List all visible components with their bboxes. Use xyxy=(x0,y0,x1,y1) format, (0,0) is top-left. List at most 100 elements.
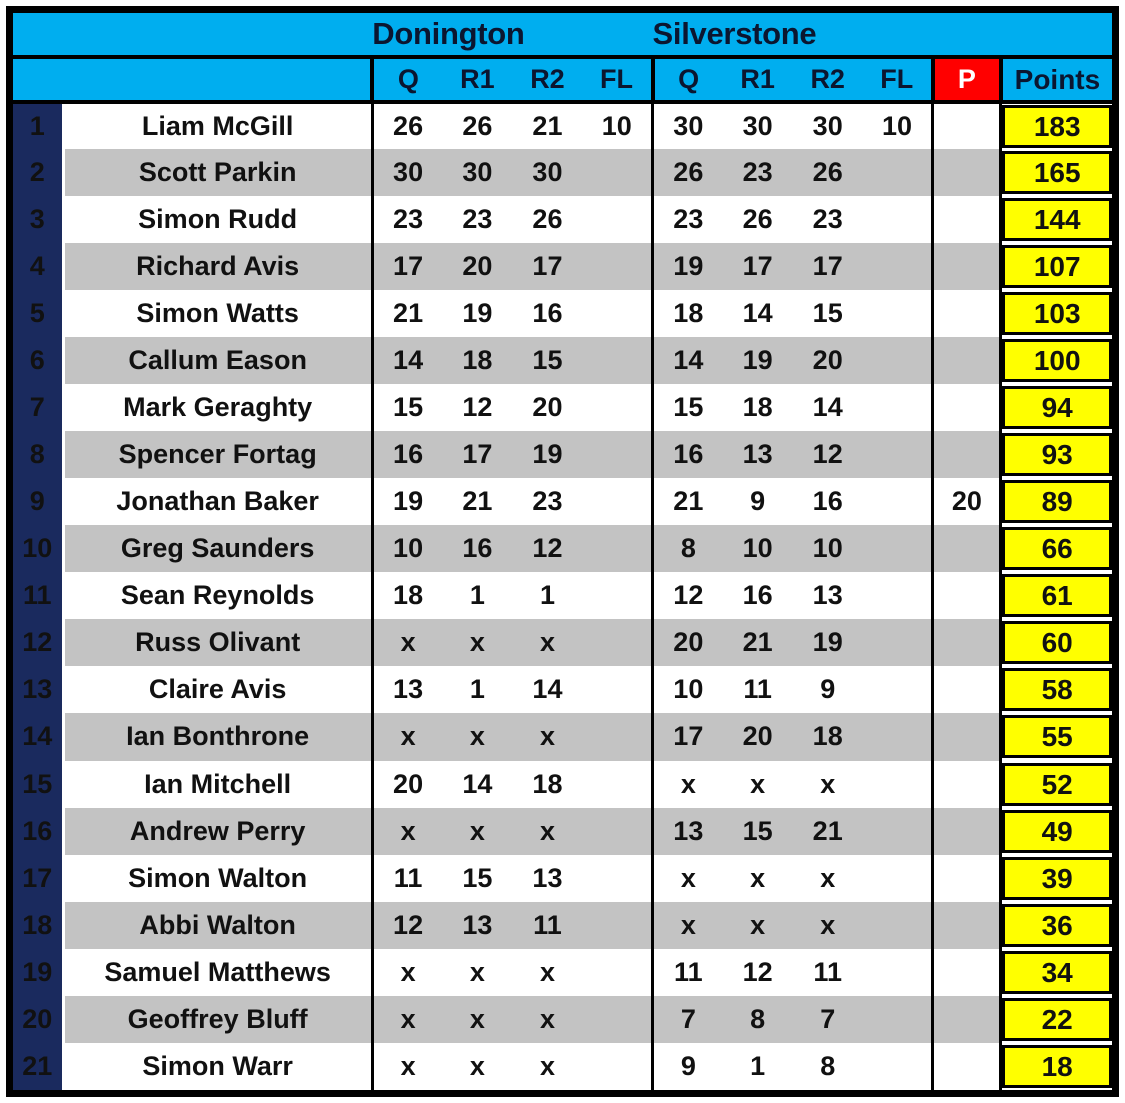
table-row[interactable]: 3 Simon Rudd 23 23 26 23 26 23 144 xyxy=(13,196,1112,244)
row-donington-q: x xyxy=(370,713,443,761)
row-donington-r2: x xyxy=(512,995,583,1043)
table-row[interactable]: 8 Spencer Fortag 16 17 19 16 13 12 93 xyxy=(13,431,1112,479)
col-header-silverstone-fl[interactable]: FL xyxy=(862,55,935,105)
row-donington-r2: 13 xyxy=(512,854,583,902)
row-silverstone-r2: 21 xyxy=(792,807,863,855)
row-penalty xyxy=(931,713,1003,761)
row-donington-fl xyxy=(582,525,655,573)
row-rank: 4 xyxy=(13,243,65,291)
table-row[interactable]: 21 Simon Warr x x x 9 1 8 18 xyxy=(13,1042,1112,1090)
row-donington-r2: 1 xyxy=(512,572,583,620)
table-row[interactable]: 9 Jonathan Baker 19 21 23 21 9 16 20 89 xyxy=(13,478,1112,526)
row-silverstone-q: 13 xyxy=(651,807,723,855)
row-donington-q: x xyxy=(370,995,443,1043)
row-donington-fl xyxy=(582,384,655,432)
row-rank: 19 xyxy=(13,948,65,996)
row-silverstone-r2: 13 xyxy=(792,572,863,620)
row-points-cell: 22 xyxy=(1000,995,1112,1043)
col-header-silverstone-r2[interactable]: R2 xyxy=(792,55,863,105)
table-row[interactable]: 2 Scott Parkin 30 30 30 26 23 26 165 xyxy=(13,149,1112,197)
row-points-value: 55 xyxy=(1002,715,1112,759)
venue-header-row: Donington Silverstone xyxy=(13,13,1112,58)
session-header-spacer xyxy=(13,55,373,105)
row-driver-name: Ian Bonthrone xyxy=(63,713,373,761)
row-driver-name: Claire Avis xyxy=(63,666,373,714)
venue-header-points-spacer xyxy=(1000,13,1112,58)
row-donington-r1: 20 xyxy=(442,243,513,291)
row-silverstone-q: x xyxy=(651,854,723,902)
row-points-cell: 94 xyxy=(1000,384,1112,432)
row-points-value: 52 xyxy=(1002,762,1112,806)
table-row[interactable]: 12 Russ Olivant x x x 20 21 19 60 xyxy=(13,619,1112,667)
row-donington-r1: 1 xyxy=(442,572,513,620)
col-header-silverstone-q[interactable]: Q xyxy=(650,55,723,105)
table-row[interactable]: 14 Ian Bonthrone x x x 17 20 18 55 xyxy=(13,713,1112,761)
row-points-value: 34 xyxy=(1002,950,1112,994)
row-silverstone-q: 14 xyxy=(651,337,723,385)
row-donington-q: 10 xyxy=(370,525,443,573)
row-silverstone-r1: 1 xyxy=(722,1042,793,1090)
row-silverstone-r2: 12 xyxy=(792,431,863,479)
row-driver-name: Callum Eason xyxy=(63,337,373,385)
table-row[interactable]: 5 Simon Watts 21 19 16 18 14 15 103 xyxy=(13,290,1112,338)
row-penalty xyxy=(931,149,1003,197)
row-points-cell: 61 xyxy=(1000,572,1112,620)
col-header-points[interactable]: Points xyxy=(1000,55,1112,105)
table-row[interactable]: 18 Abbi Walton 12 13 11 x x x 36 xyxy=(13,901,1112,949)
session-header-row: Q R1 R2 FL Q R1 R2 FL P Points xyxy=(13,55,1112,105)
row-driver-name: Jonathan Baker xyxy=(63,478,373,526)
row-driver-name: Simon Watts xyxy=(63,290,373,338)
row-donington-r1: 15 xyxy=(442,854,513,902)
row-rank: 3 xyxy=(13,196,65,244)
row-silverstone-r1: 14 xyxy=(722,290,793,338)
row-points-cell: 100 xyxy=(1000,337,1112,385)
row-silverstone-r1: 12 xyxy=(722,948,793,996)
row-donington-r2: 15 xyxy=(512,337,583,385)
row-silverstone-fl xyxy=(862,807,935,855)
row-donington-r2: 14 xyxy=(512,666,583,714)
row-silverstone-r1: 15 xyxy=(722,807,793,855)
row-silverstone-q: 12 xyxy=(651,572,723,620)
row-donington-fl xyxy=(582,619,655,667)
row-donington-r2: x xyxy=(512,1042,583,1090)
row-donington-q: 18 xyxy=(370,572,443,620)
col-header-donington-r1[interactable]: R1 xyxy=(442,55,513,105)
row-silverstone-fl xyxy=(862,384,935,432)
row-silverstone-r1: 18 xyxy=(722,384,793,432)
row-donington-r1: x xyxy=(442,995,513,1043)
table-row[interactable]: 15 Ian Mitchell 20 14 18 x x x 52 xyxy=(13,760,1112,808)
table-row[interactable]: 17 Simon Walton 11 15 13 x x x 39 xyxy=(13,854,1112,902)
row-points-cell: 49 xyxy=(1000,807,1112,855)
row-silverstone-fl xyxy=(862,149,935,197)
row-silverstone-r1: 9 xyxy=(722,478,793,526)
row-silverstone-r2: x xyxy=(792,760,863,808)
row-donington-r2: 18 xyxy=(512,760,583,808)
table-row[interactable]: 19 Samuel Matthews x x x 11 12 11 34 xyxy=(13,948,1112,996)
table-row[interactable]: 20 Geoffrey Bluff x x x 7 8 7 22 xyxy=(13,995,1112,1043)
col-header-donington-q[interactable]: Q xyxy=(370,55,443,105)
table-row[interactable]: 10 Greg Saunders 10 16 12 8 10 10 66 xyxy=(13,525,1112,573)
col-header-donington-r2[interactable]: R2 xyxy=(512,55,583,105)
row-silverstone-r2: x xyxy=(792,854,863,902)
table-row[interactable]: 4 Richard Avis 17 20 17 19 17 17 107 xyxy=(13,243,1112,291)
table-row[interactable]: 7 Mark Geraghty 15 12 20 15 18 14 94 xyxy=(13,384,1112,432)
row-silverstone-r2: 10 xyxy=(792,525,863,573)
row-donington-q: 19 xyxy=(370,478,443,526)
table-row[interactable]: 16 Andrew Perry x x x 13 15 21 49 xyxy=(13,807,1112,855)
row-donington-q: 26 xyxy=(370,102,443,150)
row-donington-fl xyxy=(582,807,655,855)
col-header-penalty[interactable]: P xyxy=(930,55,1003,105)
row-silverstone-fl xyxy=(862,572,935,620)
row-donington-r1: x xyxy=(442,619,513,667)
table-row[interactable]: 11 Sean Reynolds 18 1 1 12 16 13 61 xyxy=(13,572,1112,620)
table-row[interactable]: 13 Claire Avis 13 1 14 10 11 9 58 xyxy=(13,666,1112,714)
row-donington-fl xyxy=(582,243,655,291)
row-donington-r1: 30 xyxy=(442,149,513,197)
col-header-silverstone-r1[interactable]: R1 xyxy=(722,55,793,105)
row-penalty xyxy=(931,337,1003,385)
row-silverstone-r1: x xyxy=(722,901,793,949)
table-row[interactable]: 6 Callum Eason 14 18 15 14 19 20 100 xyxy=(13,337,1112,385)
row-donington-r1: x xyxy=(442,1042,513,1090)
col-header-donington-fl[interactable]: FL xyxy=(582,55,655,105)
table-row[interactable]: 1 Liam McGill 26 26 21 10 30 30 30 10 183 xyxy=(13,102,1112,150)
